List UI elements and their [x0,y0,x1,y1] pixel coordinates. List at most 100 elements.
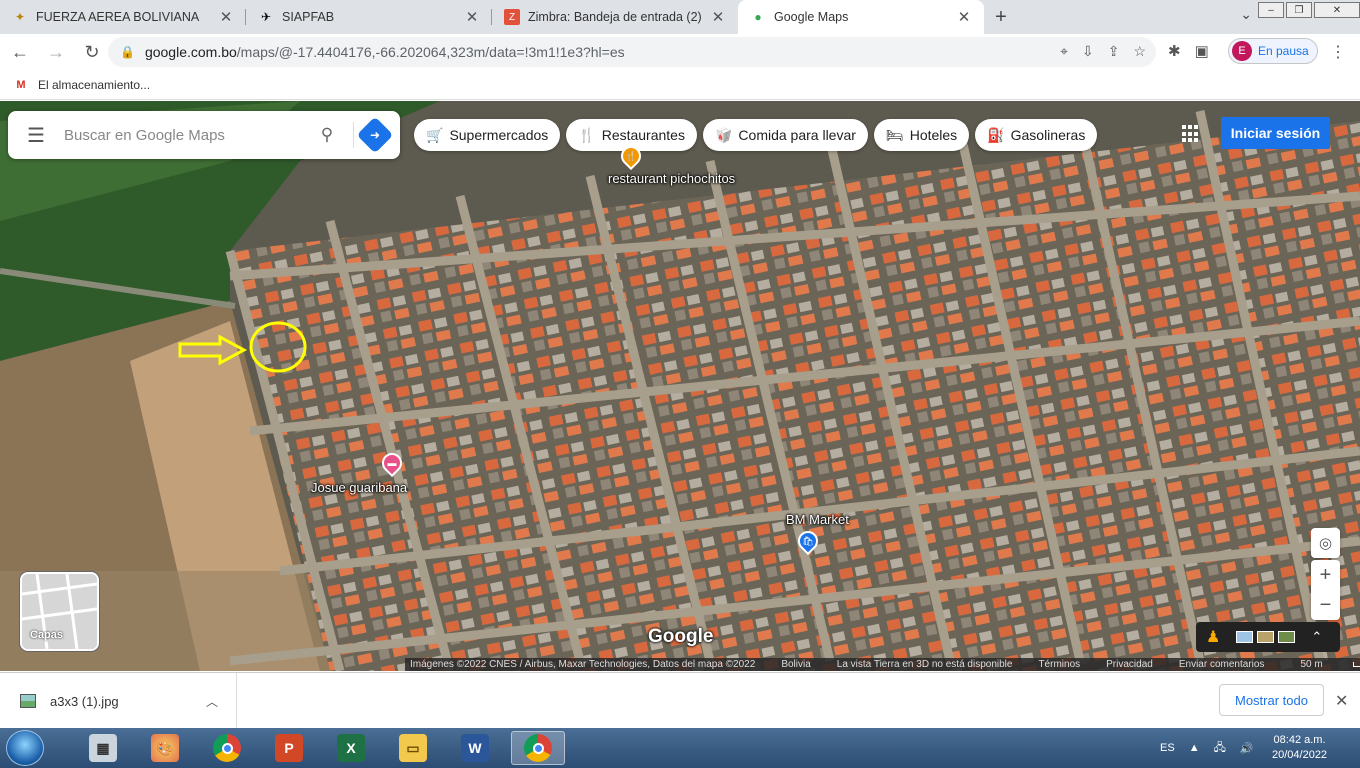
zoom-in-button[interactable]: + [1311,560,1340,590]
share-icon[interactable]: ⇪ [1108,43,1120,60]
powerpoint-app[interactable]: P [262,731,316,765]
category-chips: 🛒 Supermercados 🍴 Restaurantes 🥡 Comida par… [414,119,1098,151]
chrome-app[interactable] [200,731,254,765]
tab-search-icon[interactable]: ⌄ [1240,6,1252,23]
place-label[interactable]: Josue guaribana [311,480,407,495]
avatar: E [1232,41,1252,61]
calculator-app[interactable]: ▦ [76,731,130,765]
tab-google-maps[interactable]: ● Google Maps ✕ [738,0,984,34]
forward-icon[interactable]: → [40,36,72,68]
tab-title: FUERZA AEREA BOLIVIANA [36,10,200,24]
tab-zimbra[interactable]: Z Zimbra: Bandeja de entrada (2) ✕ [492,0,738,34]
back-icon[interactable]: ← [4,36,36,68]
bookmark-star-icon[interactable]: ☆ [1133,43,1146,60]
tab-strip: ✦ FUERZA AEREA BOLIVIANA ✕ ✈ SIAPFAB ✕ Z… [0,0,1360,34]
chip-supermercados[interactable]: 🛒 Supermercados [414,119,561,151]
zimbra-icon: Z [504,9,520,25]
browser-toolbar: ← → ↻ 🔒 google.com.bo/maps/@-17.4404176,… [0,34,1360,70]
privacy-link[interactable]: Privacidad [1106,659,1153,670]
clock-date: 20/04/2022 [1272,749,1328,761]
tab-fuerza-aerea[interactable]: ✦ FUERZA AEREA BOLIVIANA ✕ [0,0,246,34]
paint-app[interactable]: 🎨 [138,731,192,765]
layers-label: Capas [30,629,64,641]
start-button[interactable] [6,730,44,766]
explorer-app[interactable]: ▭ [386,731,440,765]
location-icon[interactable]: ⌖ [1060,43,1068,60]
terms-link[interactable]: Términos [1038,659,1080,670]
layers-button[interactable]: Capas [20,572,99,651]
tab-title: Zimbra: Bandeja de entrada (2) [528,10,702,24]
language-indicator[interactable]: ES [1160,742,1175,754]
excel-app[interactable]: X [324,731,378,765]
close-window-button[interactable]: ✕ [1314,2,1360,18]
more-menu-icon[interactable]: ⋮ [1330,42,1346,62]
clock-time: 08:42 a.m. [1273,734,1326,746]
place-label[interactable]: BM Market [786,512,849,527]
close-tab-icon[interactable]: ✕ [956,8,972,26]
menu-icon[interactable]: ☰ [8,123,64,148]
tab-title: SIAPFAB [282,10,335,24]
chevron-up-icon[interactable]: ︿ [206,693,218,710]
extensions-icon[interactable]: ✱ [1168,42,1181,60]
zoom-out-button[interactable]: − [1311,590,1340,620]
bookmark-item[interactable]: El almacenamiento... [38,78,150,92]
reload-icon[interactable]: ↻ [76,36,108,68]
download-filename: a3x3 (1).jpg [50,693,119,709]
chip-comida-para-llevar[interactable]: 🥡 Comida para llevar [702,119,868,151]
clock[interactable]: 08:42 a.m. 20/04/2022 [1272,733,1327,763]
feedback-link[interactable]: Enviar comentarios [1179,659,1265,670]
scale-bar[interactable]: 50 m [1300,659,1360,670]
expand-icon[interactable]: ⌃ [1311,629,1322,645]
cart-icon: 🛒 [426,126,444,143]
street-view-bar: ♟ ⌃ [1196,622,1340,652]
fuel-icon: ⛽ [987,126,1005,143]
profile-button[interactable]: E En pausa [1228,38,1318,64]
downloads-bar: a3x3 (1).jpg ︿ Mostrar todo ✕ [0,672,1360,729]
word-app[interactable]: W [448,731,502,765]
chip-hoteles[interactable]: 🛏 Hoteles [873,119,970,151]
new-tab-button[interactable]: + [984,0,1018,34]
signin-button[interactable]: Iniciar sesión [1221,117,1330,149]
country-link[interactable]: Bolivia [781,659,810,670]
profile-status: En pausa [1258,44,1309,58]
search-icon[interactable]: ⚲ [309,125,345,145]
chrome-profile-app[interactable] [511,731,565,765]
google-logo: Google [648,626,714,647]
google-maps-icon: ● [754,10,762,24]
minimize-button[interactable]: – [1258,2,1284,18]
download-item[interactable]: a3x3 (1).jpg ︿ [0,673,237,729]
url-text[interactable]: google.com.bo/maps/@-17.4404176,-66.2020… [145,44,625,60]
close-tab-icon[interactable]: ✕ [464,8,480,26]
bookmarks-bar: M El almacenamiento... [0,70,1360,100]
volume-icon[interactable]: 🔊 [1240,742,1254,755]
search-input[interactable] [64,126,309,144]
system-tray: ES ▲ 🖧 🔊 [1160,728,1254,768]
my-location-icon[interactable]: ◎ [1311,528,1340,558]
map-type-thumb[interactable] [1236,631,1254,643]
pegman-icon[interactable]: ♟ [1206,627,1220,647]
satellite-imagery [0,101,1360,671]
windows-taskbar: ▦ 🎨 P X ▭ W ES ▲ 🖧 🔊 08:42 a.m. 20/04/20… [0,728,1360,768]
install-app-icon[interactable]: ⇩ [1082,43,1094,60]
tab-siapfab[interactable]: ✈ SIAPFAB ✕ [246,0,492,34]
place-label[interactable]: restaurant pichochitos [608,171,735,186]
chip-gasolineras[interactable]: ⛽ Gasolineras [975,119,1098,151]
side-panel-icon[interactable]: ▣ [1195,42,1209,60]
close-tab-icon[interactable]: ✕ [710,8,726,26]
terrain-thumb[interactable] [1257,631,1275,643]
show-all-button[interactable]: Mostrar todo [1219,684,1324,716]
google-apps-icon[interactable] [1182,125,1200,143]
close-icon[interactable]: ✕ [1335,691,1348,711]
aircraft-icon: ✈ [260,10,272,24]
tray-expand-icon[interactable]: ▲ [1189,742,1200,754]
map-canvas[interactable]: ☰ ⚲ ➜ 🛒Supermercados 🍴Restaurantes 🥡Comi… [0,101,1360,671]
imagery-credit: Imágenes ©2022 CNES / Airbus, Maxar Tech… [410,659,756,670]
tab-title: Google Maps [774,10,849,24]
directions-icon[interactable]: ➜ [356,116,394,154]
satellite-thumb[interactable] [1278,631,1296,643]
address-bar[interactable]: 🔒 google.com.bo/maps/@-17.4404176,-66.20… [108,37,1156,67]
close-tab-icon[interactable]: ✕ [218,8,234,26]
network-icon[interactable]: 🖧 [1214,739,1226,758]
lock-icon[interactable]: 🔒 [120,45,135,59]
restore-button[interactable]: ❐ [1286,2,1312,18]
